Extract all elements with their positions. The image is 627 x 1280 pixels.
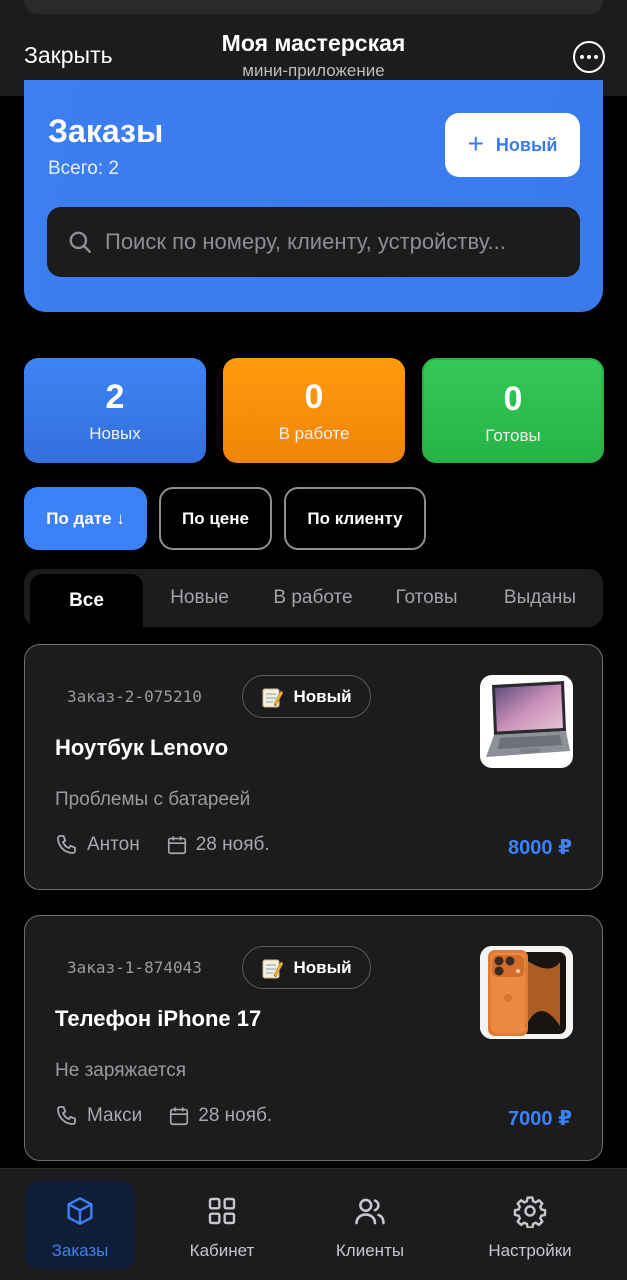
stat-ready[interactable]: 0 Готовы [422,358,604,463]
status-tabs: Все Новые В работе Готовы Выданы [24,569,603,627]
nav-orders-label: Заказы [51,1241,109,1260]
nav-cabinet[interactable]: Кабинет [167,1181,277,1269]
box-icon [64,1193,96,1229]
bottom-nav: Заказы Кабинет Клиенты Настройки [0,1168,627,1280]
order-card[interactable]: Заказ-2-075210 Новый Ноутбук Lenovo Проб… [24,644,603,890]
tab-in-progress[interactable]: В работе [256,569,370,627]
nav-orders[interactable]: Заказы [25,1181,135,1269]
stat-new-value: 2 [105,378,125,416]
laptop-image [480,675,573,768]
nav-clients-label: Клиенты [335,1241,405,1260]
order-client: Макси [87,1105,143,1126]
sort-by-price-button[interactable]: По цене [159,487,272,550]
search-placeholder: Поиск по номеру, клиенту, устройству... [105,229,506,254]
order-meta: Макси 28 нояб. [55,1104,272,1128]
tab-ready[interactable]: Готовы [370,569,483,627]
order-issue: Не заряжается [55,1060,186,1081]
calendar-icon [166,834,188,856]
app-subtitle: мини-приложение [242,61,385,80]
page-title: Заказы [48,113,164,149]
calendar-icon [168,1105,190,1127]
phone-image [480,946,573,1039]
memo-icon [262,959,284,978]
nav-settings[interactable]: Настройки [475,1181,585,1269]
stat-in-progress[interactable]: 0 В работе [223,358,405,463]
plus-icon: + [467,127,484,159]
app-title: Моя мастерская [221,30,406,56]
new-order-button[interactable]: + Новый [445,113,580,177]
more-circle-icon[interactable] [573,41,605,73]
stat-ready-value: 0 [503,380,523,418]
memo-icon [262,688,284,707]
grid-icon [206,1193,238,1229]
nav-cabinet-label: Кабинет [189,1241,255,1260]
orders-total: Всего: 2 [48,158,119,179]
stat-new[interactable]: 2 Новых [24,358,206,463]
status-stats: 2 Новых 0 В работе 0 Готовы [24,358,604,463]
stat-new-label: Новых [89,424,141,443]
order-card[interactable]: Заказ-1-874043 Новый Телефон iPhone 17 Н… [24,915,603,1161]
background-sheet-edge [24,0,603,14]
tab-new[interactable]: Новые [143,569,256,627]
phone-icon [55,1104,79,1128]
order-date: 28 нояб. [195,834,270,855]
order-code: Заказ-1-874043 [67,958,202,977]
status-badge: Новый [242,675,371,718]
order-issue: Проблемы с батареей [55,789,251,810]
order-code: Заказ-2-075210 [67,687,202,706]
order-date: 28 нояб. [198,1105,273,1126]
stat-ready-label: Готовы [485,426,541,445]
new-order-label: Новый [495,134,558,155]
search-icon [69,231,91,253]
status-label: Новый [293,957,352,977]
order-meta: Антон 28 нояб. [55,833,270,857]
gear-icon [513,1193,547,1229]
order-price: 8000 ₽ [508,837,572,859]
tab-issued[interactable]: Выданы [483,569,597,627]
sort-by-date-button[interactable]: По дате ↓ [24,487,147,550]
nav-settings-label: Настройки [488,1241,572,1260]
phone-icon [55,833,79,857]
stat-in-progress-label: В работе [278,424,350,443]
order-client: Антон [87,834,140,855]
order-price: 7000 ₽ [508,1108,572,1130]
tab-all[interactable]: Все [30,574,143,627]
search-input[interactable]: Поиск по номеру, клиенту, устройству... [47,207,580,277]
stat-in-progress-value: 0 [304,378,324,416]
status-badge: Новый [242,946,371,989]
nav-clients[interactable]: Клиенты [315,1181,425,1269]
status-label: Новый [293,686,352,706]
order-device: Телефон iPhone 17 [55,1006,262,1031]
order-device: Ноутбук Lenovo [55,735,229,760]
users-icon [353,1193,387,1229]
sort-by-client-button[interactable]: По клиенту [284,487,426,550]
orders-header-card: Заказы Всего: 2 + Новый Поиск по номеру,… [24,80,603,312]
